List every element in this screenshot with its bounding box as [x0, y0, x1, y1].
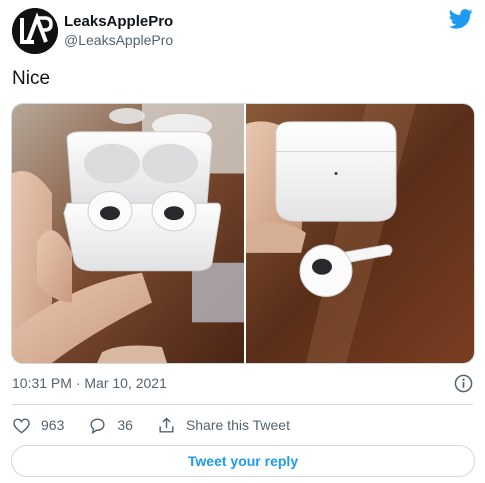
- tweet-media: [11, 103, 475, 364]
- handle[interactable]: @LeaksApplePro: [64, 31, 173, 49]
- reply-count-button[interactable]: 36: [88, 416, 133, 435]
- twitter-bird-icon[interactable]: [449, 8, 473, 30]
- reply-count: 36: [117, 417, 133, 433]
- share-button[interactable]: Share this Tweet: [157, 416, 290, 435]
- share-label: Share this Tweet: [185, 417, 290, 433]
- airpods-closed-case-photo[interactable]: [246, 104, 475, 363]
- avatar[interactable]: [12, 8, 58, 54]
- tweet-reply-button[interactable]: Tweet your reply: [11, 445, 475, 477]
- heart-icon: [13, 417, 30, 434]
- display-name[interactable]: LeaksApplePro: [64, 13, 173, 31]
- like-count: 963: [41, 417, 65, 433]
- like-button[interactable]: 963: [12, 416, 64, 435]
- tweet-text: Nice: [12, 68, 51, 89]
- author-names: LeaksApplePro @LeaksApplePro: [64, 13, 173, 49]
- tweet-header: LeaksApplePro @LeaksApplePro: [12, 8, 473, 56]
- divider: [12, 404, 473, 405]
- airpods-open-case-photo[interactable]: [12, 104, 244, 363]
- reply-bubble-icon: [90, 417, 105, 434]
- info-icon[interactable]: [454, 374, 473, 393]
- lap-logo-icon: [12, 8, 58, 54]
- share-icon: [159, 416, 174, 433]
- tweet-actions: 963 36 Share this Tweet: [12, 414, 314, 436]
- tweet-timestamp[interactable]: 10:31 PM · Mar 10, 2021: [12, 375, 167, 391]
